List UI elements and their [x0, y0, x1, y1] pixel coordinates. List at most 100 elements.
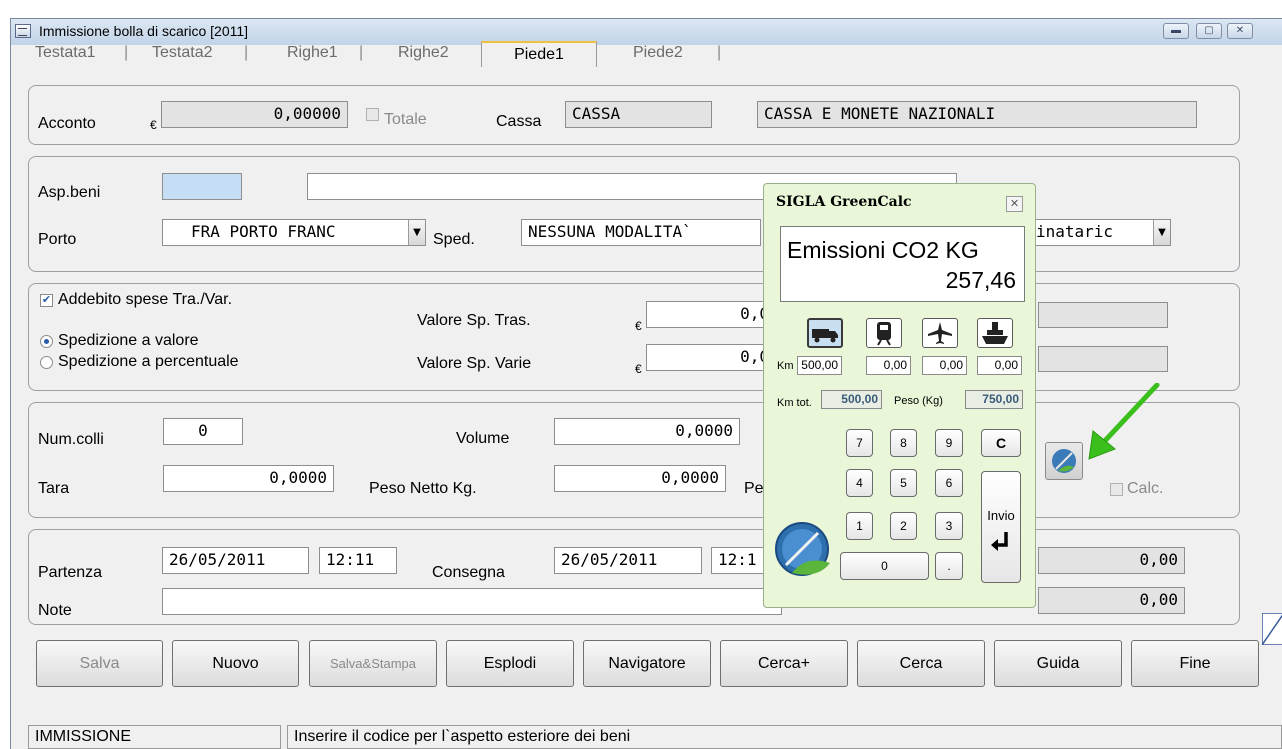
cassa-label: Cassa: [496, 113, 542, 130]
tara-input[interactable]: 0,0000: [163, 465, 334, 492]
km-train-input[interactable]: 0,00: [866, 356, 911, 375]
volume-input[interactable]: 0,0000: [554, 418, 740, 445]
tab-righe1[interactable]: Righe1: [287, 44, 338, 62]
spese-panel: ✔ Addebito spese Tra./Var. Spedizione a …: [28, 283, 1240, 391]
addebito-label: Addebito spese Tra./Var.: [58, 291, 233, 308]
km-plane-input[interactable]: 0,00: [922, 356, 967, 375]
cerca-plus-button[interactable]: Cerca+: [720, 640, 848, 687]
cerca-button[interactable]: Cerca: [857, 640, 985, 687]
fine-button[interactable]: Fine: [1131, 640, 1259, 687]
enter-label: Invio: [987, 508, 1015, 523]
maximize-button[interactable]: ▢: [1196, 23, 1222, 39]
ship-mode-button[interactable]: [977, 318, 1013, 348]
valore-tras-label: Valore Sp. Tras.: [417, 312, 531, 329]
km-truck-input[interactable]: 500,00: [797, 356, 842, 375]
tab-separator: |: [124, 44, 129, 61]
truck-icon: [812, 329, 838, 343]
key-3[interactable]: 3: [935, 512, 963, 540]
cassa-code-input[interactable]: CASSA: [565, 101, 712, 128]
partenza-label: Partenza: [38, 564, 103, 581]
partenza-time-input[interactable]: 12:11: [319, 547, 397, 574]
note-input[interactable]: [162, 588, 782, 615]
addebito-checkbox[interactable]: ✔: [40, 294, 53, 307]
tab-separator: |: [359, 44, 364, 61]
asp-beni-code-input[interactable]: [162, 173, 242, 200]
consegna-date-input[interactable]: 26/05/2011: [554, 547, 702, 574]
key-5[interactable]: 5: [890, 469, 917, 497]
greencalc-display: Emissioni CO2 KG 257,46: [780, 226, 1025, 302]
acconto-input[interactable]: 0,00000: [161, 101, 348, 128]
key-enter[interactable]: Invio: [981, 471, 1021, 583]
greencalc-close-button[interactable]: ✕: [1006, 196, 1023, 212]
key-dot[interactable]: .: [935, 552, 963, 580]
destinatario-select[interactable]: inataric ▼: [1029, 219, 1171, 246]
tab-righe2[interactable]: Righe2: [398, 44, 449, 62]
consegna-time-input[interactable]: 12:1: [711, 547, 771, 574]
key-7[interactable]: 7: [846, 429, 873, 457]
calc-checkbox[interactable]: [1110, 483, 1123, 496]
train-icon: [877, 322, 891, 346]
peso-lordo-label: Pe: [744, 480, 764, 497]
peso-netto-input[interactable]: 0,0000: [554, 465, 726, 492]
valore-tras-input[interactable]: 0,0: [646, 301, 776, 328]
note-label: Note: [38, 602, 72, 619]
chevron-down-icon[interactable]: ▼: [1153, 220, 1170, 245]
num-colli-input[interactable]: 0: [163, 418, 243, 445]
valore-varie-input[interactable]: 0,0: [646, 344, 776, 371]
tab-testata1[interactable]: Testata1: [35, 44, 95, 62]
train-mode-button[interactable]: [866, 318, 902, 348]
sped-input[interactable]: NESSUNA MODALITA`: [521, 219, 761, 246]
key-0[interactable]: 0: [840, 552, 929, 580]
peso-netto-label: Peso Netto Kg.: [369, 480, 477, 497]
salva-button[interactable]: Salva: [36, 640, 163, 687]
key-6[interactable]: 6: [935, 469, 963, 497]
date-right-value-2: 0,00: [1038, 587, 1185, 614]
km-ship-input[interactable]: 0,00: [977, 356, 1022, 375]
date-panel: Partenza 26/05/2011 12:11 Consegna 26/05…: [28, 529, 1240, 625]
salva-stampa-button[interactable]: Salva&Stampa: [309, 640, 437, 687]
totale-label: Totale: [384, 111, 427, 128]
tab-testata2[interactable]: Testata2: [152, 44, 212, 62]
app-icon: [15, 24, 31, 38]
tab-piede1[interactable]: Piede1: [481, 41, 597, 67]
porto-select[interactable]: FRA PORTO FRANC ▼: [162, 219, 426, 246]
close-button[interactable]: ✕: [1227, 23, 1253, 39]
plane-icon: [928, 322, 952, 344]
nuovo-button[interactable]: Nuovo: [172, 640, 299, 687]
key-9[interactable]: 9: [935, 429, 963, 457]
km-label: Km: [777, 360, 794, 372]
tara-label: Tara: [38, 480, 70, 497]
volume-label: Volume: [456, 430, 510, 447]
resize-grip-icon[interactable]: [1262, 613, 1282, 645]
esplodi-button[interactable]: Esplodi: [446, 640, 574, 687]
tab-piede2[interactable]: Piede2: [633, 44, 683, 62]
minimize-button[interactable]: ▬: [1163, 23, 1189, 39]
tab-separator: |: [244, 44, 249, 61]
asp-beni-label: Asp.beni: [38, 184, 101, 201]
euro-symbol: €: [635, 362, 642, 376]
partenza-date-input[interactable]: 26/05/2011: [162, 547, 309, 574]
totale-checkbox[interactable]: [366, 108, 379, 121]
greencalc-logo-icon: [775, 522, 830, 576]
status-mode: IMMISSIONE: [28, 725, 281, 749]
chevron-down-icon[interactable]: ▼: [408, 220, 425, 245]
green-arrow-annotation: [1088, 383, 1160, 460]
sped-label: Sped.: [433, 231, 475, 248]
tras-extra-field: [1038, 302, 1168, 328]
radio-spedizione-percentuale[interactable]: [40, 356, 53, 369]
plane-mode-button[interactable]: [922, 318, 958, 348]
key-4[interactable]: 4: [846, 469, 873, 497]
truck-mode-button[interactable]: [807, 318, 843, 348]
key-2[interactable]: 2: [890, 512, 917, 540]
porto-label: Porto: [38, 231, 77, 248]
key-8[interactable]: 8: [890, 429, 917, 457]
valore-varie-label: Valore Sp. Varie: [417, 355, 532, 372]
radio-spedizione-valore[interactable]: [40, 335, 53, 348]
key-clear[interactable]: C: [981, 429, 1021, 457]
key-1[interactable]: 1: [846, 512, 873, 540]
guida-button[interactable]: Guida: [994, 640, 1122, 687]
window-title: Immissione bolla di scarico [2011]: [39, 23, 249, 39]
radio-spedizione-valore-label: Spedizione a valore: [58, 332, 199, 349]
navigatore-button[interactable]: Navigatore: [583, 640, 711, 687]
greencalc-window: SIGLA GreenCalc ✕ Emissioni CO2 KG 257,4…: [763, 183, 1036, 608]
